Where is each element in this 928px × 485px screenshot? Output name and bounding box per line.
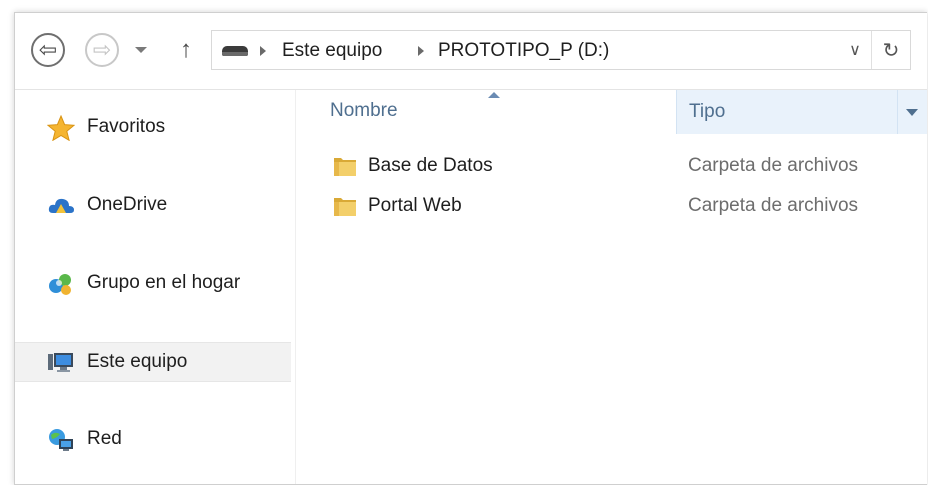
back-button[interactable]: ⇦ [31,33,65,67]
nav-item-onedrive[interactable]: OneDrive [15,186,291,224]
nav-item-red[interactable]: Red [15,420,291,458]
nav-item-label: Favoritos [87,116,166,137]
up-arrow-icon: ↑ [180,36,192,63]
folder-icon [334,158,356,176]
nav-item-label: Este equipo [87,351,188,372]
file-type: Carpeta de archivos [688,195,859,216]
nav-item-grupo-hogar[interactable]: Grupo en el hogar [15,264,291,302]
breadcrumb-separator-icon[interactable] [260,46,266,56]
file-type: Carpeta de archivos [688,155,859,176]
breadcrumb-separator-icon[interactable] [418,46,424,56]
chevron-down-icon: ∨ [849,42,861,59]
column-filter-dropdown[interactable] [897,90,927,134]
refresh-icon: ↻ [882,39,900,62]
recent-locations-button[interactable] [133,43,149,57]
homegroup-icon [49,274,71,295]
column-header-nombre[interactable]: Nombre [330,100,398,122]
sort-ascending-icon [488,92,500,98]
computer-icon [48,353,73,372]
address-dropdown-button[interactable]: ∨ [840,31,870,69]
folder-icon [334,198,356,216]
onedrive-icon [48,198,74,213]
breadcrumb-este-equipo[interactable]: Este equipo [282,40,382,62]
column-header-tipo[interactable]: Tipo [676,90,927,134]
explorer-window: ⇦ ⇨ ↑ Este equipo PROTOTIPO_P (D:) ∨ ↻ F… [14,12,927,485]
address-bar[interactable]: Este equipo PROTOTIPO_P (D:) ∨ ↻ [211,30,911,70]
nav-item-favoritos[interactable]: Favoritos [15,108,291,146]
nav-item-label: Red [87,428,122,449]
table-row[interactable]: Portal Web Carpeta de archivos [296,188,927,224]
nav-item-este-equipo[interactable]: Este equipo [15,342,291,382]
forward-arrow-icon: ⇨ [92,37,112,62]
network-icon [49,429,73,451]
address-toolbar: ⇦ ⇨ ↑ Este equipo PROTOTIPO_P (D:) ∨ ↻ [15,13,927,90]
table-row[interactable]: Base de Datos Carpeta de archivos [296,148,927,184]
drive-icon [222,46,248,56]
navigation-pane: Favoritos OneDrive Grupo en el hogar Est… [15,90,296,484]
star-icon [47,115,75,141]
breadcrumb-drive[interactable]: PROTOTIPO_P (D:) [438,40,609,62]
back-arrow-icon: ⇦ [38,37,58,62]
up-button[interactable]: ↑ [173,33,199,67]
file-name: Portal Web [368,195,462,216]
file-list: Nombre Tipo Base de Datos Carpeta de arc… [296,90,927,484]
refresh-button[interactable]: ↻ [871,31,910,69]
column-header-label: Tipo [689,101,726,122]
nav-item-label: Grupo en el hogar [87,272,241,293]
nav-item-label: OneDrive [87,194,168,215]
forward-button[interactable]: ⇨ [85,33,119,67]
file-name: Base de Datos [368,155,493,176]
